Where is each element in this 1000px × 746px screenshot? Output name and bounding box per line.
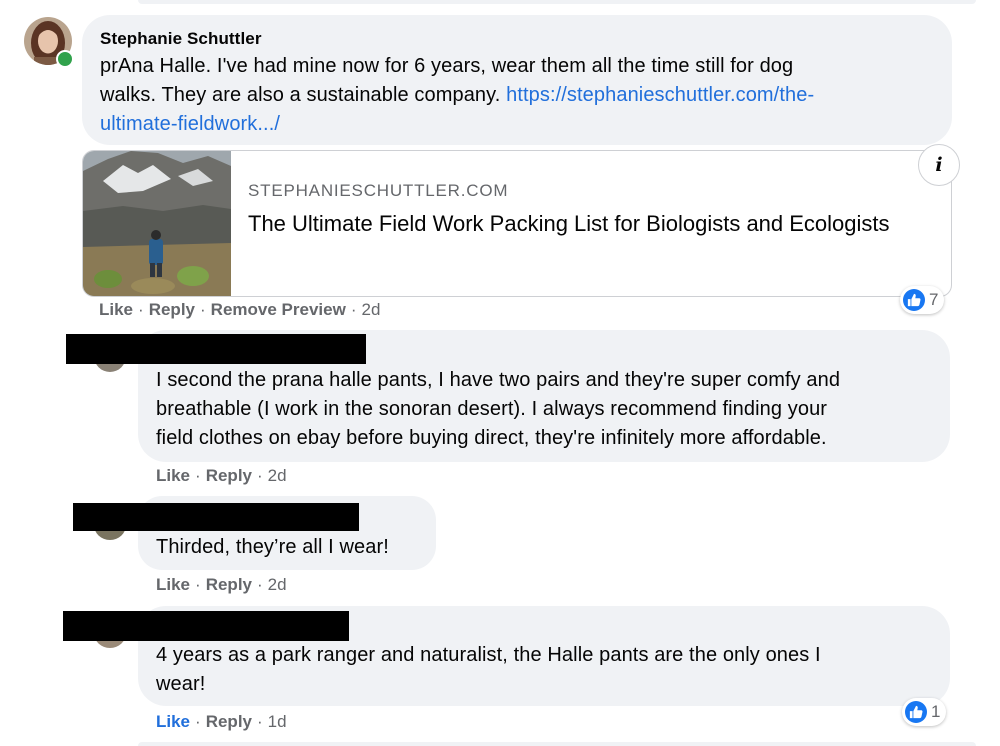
comment-text-line: I second the prana halle pants, I have t… (156, 369, 841, 391)
redacted-author-name (66, 334, 366, 364)
online-status-dot (56, 50, 74, 68)
comment-actions: Like · Reply · 2d (156, 466, 287, 486)
comment-text-line: field clothes on ebay before buying dire… (156, 427, 827, 449)
like-button[interactable]: Like (156, 575, 190, 594)
comment-text-line: prAna Halle. I've had mine now for 6 yea… (100, 55, 794, 77)
reaction-number: 7 (929, 290, 939, 309)
like-button[interactable]: Like (156, 466, 190, 485)
reply-button[interactable]: Reply (206, 575, 252, 594)
comment-link[interactable]: https://stephanieschuttler.com/the- (506, 84, 814, 106)
comment-text: 4 years as a park ranger and naturalist,… (156, 641, 946, 699)
comment-author[interactable]: Stephanie Schuttler (100, 29, 262, 49)
timestamp[interactable]: 2d (268, 575, 287, 594)
reply-button[interactable]: Reply (149, 300, 195, 319)
preview-title[interactable]: The Ultimate Field Work Packing List for… (248, 209, 898, 239)
comment-text-line: wear! (156, 673, 206, 695)
link-preview-card[interactable]: STEPHANIESCHUTTLER.COM The Ultimate Fiel… (82, 150, 952, 297)
comment-text-segment: walks. They are also a sustainable compa… (100, 84, 507, 106)
separator: · (257, 575, 263, 594)
separator: · (195, 575, 201, 594)
separator: · (257, 466, 263, 485)
timestamp[interactable]: 2d (361, 300, 380, 319)
comment-actions: Like · Reply · 2d (156, 575, 287, 595)
comment-text: prAna Halle. I've had mine now for 6 yea… (100, 52, 940, 139)
reply-button[interactable]: Reply (206, 712, 252, 731)
separator: · (195, 712, 201, 731)
previous-comment-bubble-edge (138, 0, 976, 4)
comment-text-line: Thirded, they’re all I wear! (156, 536, 389, 558)
next-comment-bubble-edge (138, 742, 976, 746)
comment-text-line: ultimate-fieldwork.../ (100, 110, 940, 139)
comment-text: I second the prana halle pants, I have t… (156, 366, 946, 453)
comment-actions: Like · Reply · 1d (156, 712, 287, 732)
avatar[interactable] (24, 17, 74, 68)
like-button[interactable]: Like (99, 300, 133, 319)
timestamp[interactable]: 1d (268, 712, 287, 731)
thumbs-up-icon (905, 701, 927, 723)
comment-text-line: walks. They are also a sustainable compa… (100, 81, 940, 110)
reaction-number: 1 (931, 702, 941, 721)
separator: · (200, 300, 206, 319)
info-icon[interactable]: i (918, 144, 960, 186)
reaction-count[interactable]: 7 (900, 286, 945, 314)
comment-link-continued[interactable]: ultimate-fieldwork.../ (100, 113, 280, 135)
preview-thumbnail (83, 151, 231, 296)
separator: · (257, 712, 263, 731)
timestamp[interactable]: 2d (268, 466, 287, 485)
comment-text-line: 4 years as a park ranger and naturalist,… (156, 644, 821, 666)
remove-preview-button[interactable]: Remove Preview (211, 300, 346, 319)
separator: · (350, 300, 357, 319)
comment-actions: Like · Reply · Remove Preview · 2d (99, 300, 380, 320)
redacted-author-name (73, 503, 359, 531)
thumbs-up-icon (903, 289, 925, 311)
separator: · (195, 466, 201, 485)
like-button[interactable]: Like (156, 712, 190, 731)
comment-text: Thirded, they’re all I wear! (156, 533, 389, 562)
reaction-count[interactable]: 1 (902, 698, 947, 726)
redacted-author-name (63, 611, 349, 641)
comment-text-line: breathable (I work in the sonoran desert… (156, 398, 828, 420)
reply-button[interactable]: Reply (206, 466, 252, 485)
separator: · (138, 300, 144, 319)
preview-domain: STEPHANIESCHUTTLER.COM (248, 181, 509, 200)
